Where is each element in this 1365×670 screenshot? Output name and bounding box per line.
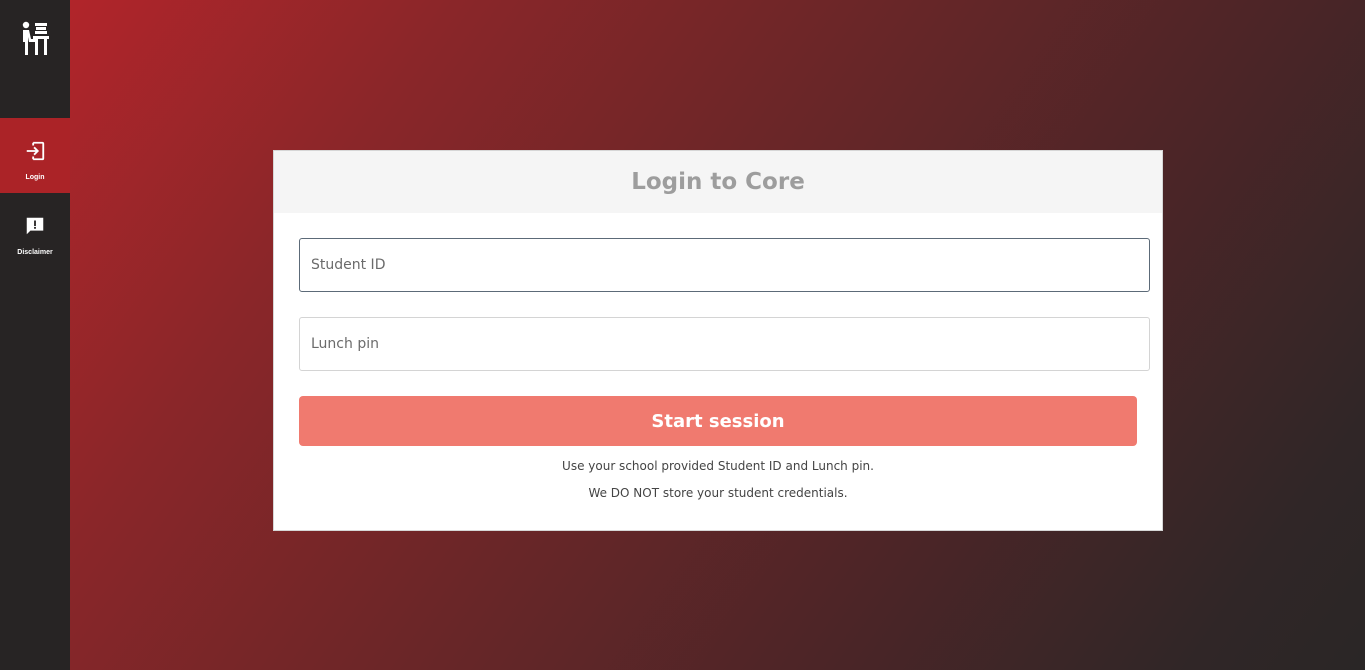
alert-chat-icon [26,217,44,235]
start-session-button[interactable]: Start session [299,396,1137,446]
privacy-notice-text: We DO NOT store your student credentials… [588,486,848,500]
sidebar-item-label: Login [25,174,45,181]
sidebar-item-disclaimer[interactable]: Disclaimer [0,193,70,268]
login-arrow-icon [26,141,45,161]
sidebar: Login Disclaimer [0,0,70,670]
instructions-text: Use your school provided Student ID and … [562,459,874,473]
page-title: Login to Core [631,169,805,195]
sidebar-item-login[interactable]: Login [0,118,70,193]
lunch-pin-input[interactable] [299,317,1150,371]
student-desk-logo-icon [22,21,49,55]
sidebar-item-label: Disclaimer [17,249,53,256]
app-logo[interactable] [0,0,70,118]
login-card: Login to Core Start session Use your sch… [273,150,1163,531]
student-id-input[interactable] [299,238,1150,292]
login-card-header: Login to Core [274,151,1162,213]
